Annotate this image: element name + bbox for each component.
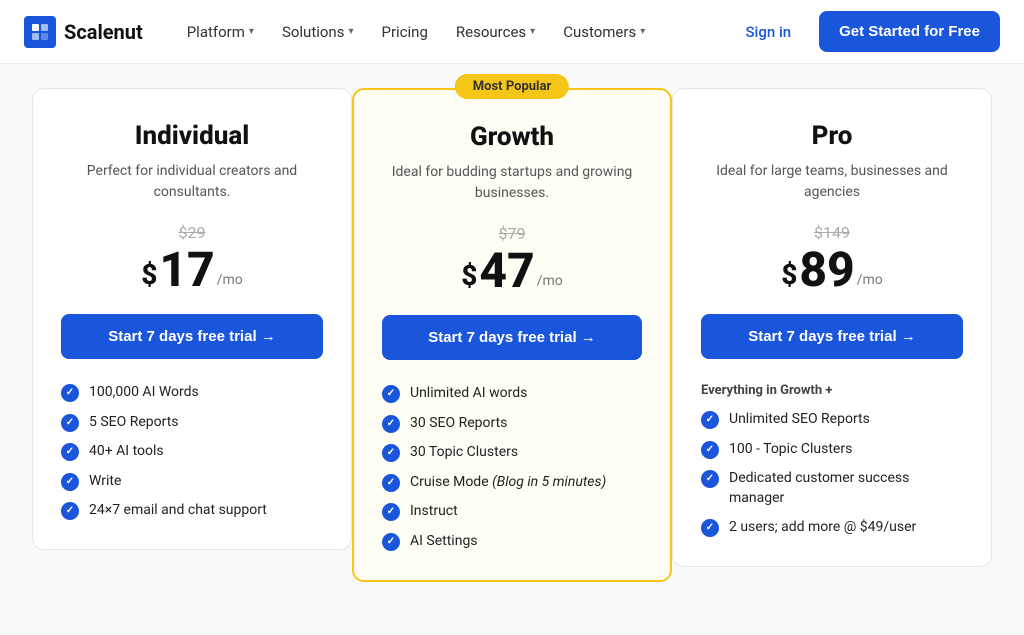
feature-item: Unlimited SEO Reports — [701, 410, 963, 430]
plan-desc-individual: Perfect for individual creators and cons… — [61, 161, 323, 203]
logo-icon — [24, 16, 56, 48]
price-original-pro: $149 — [701, 223, 963, 242]
plan-card-pro: Pro Ideal for large teams, businesses an… — [672, 88, 992, 567]
price-row-pro: $ 89 /mo — [701, 246, 963, 294]
plan-name-growth: Growth — [382, 122, 642, 152]
get-started-button[interactable]: Get Started for Free — [819, 11, 1000, 52]
nav-item-resources[interactable]: Resources ▾ — [444, 15, 547, 49]
nav-item-customers[interactable]: Customers ▾ — [551, 15, 657, 49]
feature-item: Cruise Mode (Blog in 5 minutes) — [382, 473, 642, 493]
price-row-individual: $ 17 /mo — [61, 246, 323, 294]
trial-button-growth[interactable]: Start 7 days free trial → — [382, 315, 642, 360]
check-icon — [61, 473, 79, 491]
check-icon — [61, 414, 79, 432]
check-icon — [382, 533, 400, 551]
check-icon — [701, 470, 719, 488]
price-value-growth: 47 — [479, 247, 534, 295]
check-icon — [382, 444, 400, 462]
feature-item: 5 SEO Reports — [61, 413, 323, 433]
price-currency-individual: $ — [141, 255, 157, 294]
nav-item-platform[interactable]: Platform ▾ — [175, 15, 266, 49]
nav-links: Platform ▾ Solutions ▾ Pricing Resources… — [175, 15, 734, 49]
nav-item-solutions[interactable]: Solutions ▾ — [270, 15, 366, 49]
feature-item: 2 users; add more @ $49/user — [701, 518, 963, 538]
price-mo-growth: /mo — [537, 273, 563, 289]
chevron-down-icon: ▾ — [249, 26, 254, 37]
check-icon — [382, 415, 400, 433]
chevron-down-icon: ▾ — [530, 26, 535, 37]
check-icon — [382, 474, 400, 492]
price-currency-pro: $ — [781, 255, 797, 294]
price-value-pro: 89 — [799, 246, 854, 294]
check-icon — [701, 411, 719, 429]
feature-item: AI Settings — [382, 532, 642, 552]
price-row-growth: $ 47 /mo — [382, 247, 642, 295]
check-icon — [701, 441, 719, 459]
everything-plus-label: Everything in Growth + — [701, 383, 963, 398]
price-original-growth: $79 — [382, 224, 642, 243]
chevron-down-icon: ▾ — [348, 26, 353, 37]
check-icon — [61, 384, 79, 402]
feature-item: 30 Topic Clusters — [382, 443, 642, 463]
nav-item-pricing[interactable]: Pricing — [369, 15, 439, 49]
features-list-individual: 100,000 AI Words 5 SEO Reports 40+ AI to… — [61, 383, 323, 521]
features-list-growth: Unlimited AI words 30 SEO Reports 30 Top… — [382, 384, 642, 552]
price-original-individual: $29 — [61, 223, 323, 242]
price-mo-individual: /mo — [217, 272, 243, 288]
pricing-section: Individual Perfect for individual creato… — [0, 64, 1024, 635]
feature-item: 30 SEO Reports — [382, 414, 642, 434]
price-mo-pro: /mo — [857, 272, 883, 288]
check-icon — [61, 443, 79, 461]
check-icon — [61, 502, 79, 520]
popular-badge: Most Popular — [455, 74, 569, 99]
price-value-individual: 17 — [159, 246, 214, 294]
check-icon — [701, 519, 719, 537]
plan-card-individual: Individual Perfect for individual creato… — [32, 88, 352, 550]
trial-button-individual[interactable]: Start 7 days free trial → — [61, 314, 323, 359]
logo-text: Scalenut — [64, 20, 143, 44]
feature-item: Dedicated customer success manager — [701, 469, 963, 508]
nav-right: Sign in Get Started for Free — [733, 11, 1000, 52]
navbar: Scalenut Platform ▾ Solutions ▾ Pricing … — [0, 0, 1024, 64]
feature-item: Write — [61, 472, 323, 492]
price-currency-growth: $ — [461, 256, 477, 295]
plan-desc-growth: Ideal for budding startups and growing b… — [382, 162, 642, 204]
logo[interactable]: Scalenut — [24, 16, 143, 48]
feature-item: 100,000 AI Words — [61, 383, 323, 403]
feature-item: Instruct — [382, 502, 642, 522]
feature-item: 24×7 email and chat support — [61, 501, 323, 521]
feature-item: 100 - Topic Clusters — [701, 440, 963, 460]
features-list-pro: Unlimited SEO Reports 100 - Topic Cluste… — [701, 410, 963, 538]
check-icon — [382, 385, 400, 403]
feature-item: 40+ AI tools — [61, 442, 323, 462]
feature-item: Unlimited AI words — [382, 384, 642, 404]
trial-button-pro[interactable]: Start 7 days free trial → — [701, 314, 963, 359]
plan-name-individual: Individual — [61, 121, 323, 151]
chevron-down-icon: ▾ — [640, 26, 645, 37]
plan-desc-pro: Ideal for large teams, businesses and ag… — [701, 161, 963, 203]
check-icon — [382, 503, 400, 521]
plan-card-growth: Most Popular Growth Ideal for budding st… — [352, 88, 672, 582]
signin-button[interactable]: Sign in — [733, 15, 803, 49]
plan-name-pro: Pro — [701, 121, 963, 151]
